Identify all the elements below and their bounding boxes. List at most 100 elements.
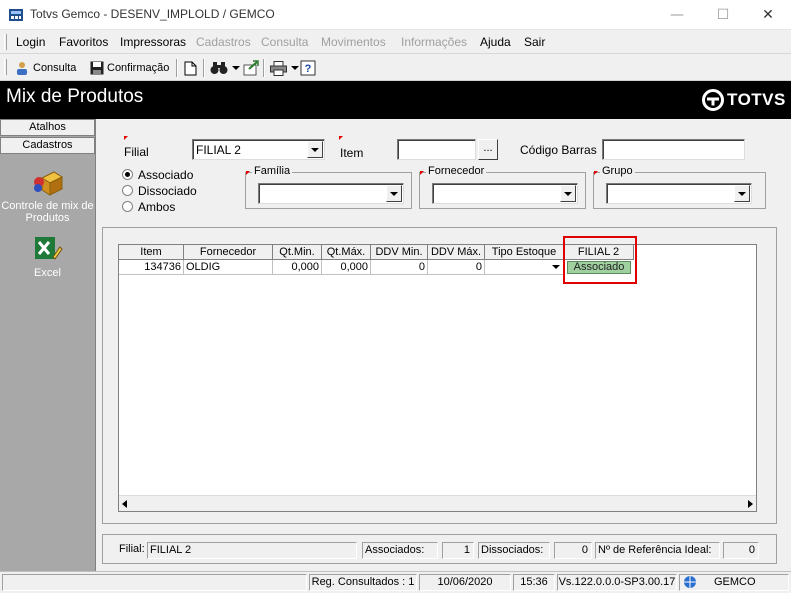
title-bar: Totvs Gemco - DESENV_IMPLOLD / GEMCO — ☐…	[0, 0, 791, 30]
export-icon	[243, 60, 259, 76]
sidebar-item-controle-label: Controle de mix de Produtos	[1, 200, 94, 224]
cell-tipo-estoque[interactable]	[485, 260, 564, 275]
tab-atalhos[interactable]: Atalhos	[0, 119, 95, 136]
cell-qt-max[interactable]: 0,000	[322, 260, 371, 275]
familia-select[interactable]	[258, 183, 404, 204]
sidebar-item-excel-label: Excel	[34, 267, 61, 279]
status-message	[2, 574, 307, 591]
scroll-right-icon[interactable]	[748, 500, 753, 508]
help-pointer-icon: ?	[300, 60, 316, 76]
required-marker	[339, 136, 343, 140]
products-grid[interactable]: Item Fornecedor Qt.Min. Qt.Máx. DDV Min.…	[118, 244, 757, 512]
radio-ambos[interactable]	[122, 201, 133, 212]
confirmacao-label: Confirmação	[107, 62, 170, 74]
status-bar: Reg. Consultados : 1 10/06/2020 15:36 Vs…	[0, 571, 791, 593]
toolbar-separator	[176, 59, 178, 77]
summary-associados-value: 1	[442, 542, 474, 559]
totvs-logo: TOTVS	[702, 89, 786, 111]
radio-ambos-label[interactable]: Ambos	[138, 200, 175, 214]
radio-associado[interactable]	[122, 169, 133, 180]
radio-dissociado-label[interactable]: Dissociado	[138, 184, 197, 198]
new-document-button[interactable]	[184, 59, 200, 77]
radio-associado-label[interactable]: Associado	[138, 168, 193, 182]
summary-associados-label: Associados:	[362, 542, 438, 559]
column-header-ddv-max[interactable]: DDV Máx.	[428, 245, 485, 260]
column-header-fornecedor[interactable]: Fornecedor	[184, 245, 273, 260]
status-version: Vs.122.0.0.0-SP3.00.17	[557, 574, 677, 591]
menu-favoritos[interactable]: Favoritos	[59, 35, 108, 49]
grupo-dropdown-button[interactable]	[734, 185, 750, 202]
summary-filial-value: FILIAL 2	[147, 542, 357, 559]
cell-ddv-min[interactable]: 0	[371, 260, 428, 275]
familia-dropdown-button[interactable]	[386, 185, 402, 202]
menu-consulta[interactable]: Consulta	[261, 35, 308, 49]
menu-impressoras[interactable]: Impressoras	[120, 35, 186, 49]
export-button[interactable]	[243, 59, 262, 77]
page-header: Mix de Produtos TOTVS	[0, 81, 791, 119]
tab-cadastros[interactable]: Cadastros	[0, 137, 95, 154]
chevron-down-icon	[738, 191, 746, 196]
cell-qt-min[interactable]: 0,000	[273, 260, 322, 275]
toolbar-separator	[263, 59, 265, 77]
summary-referencia-label: Nº de Referência Ideal:	[595, 542, 720, 559]
menu-cadastros[interactable]: Cadastros	[196, 35, 251, 49]
column-header-qt-min[interactable]: Qt.Min.	[273, 245, 322, 260]
svg-text:?: ?	[305, 63, 312, 75]
consulta-label: Consulta	[33, 62, 77, 74]
page-title: Mix de Produtos	[6, 86, 144, 107]
printer-icon	[270, 60, 287, 76]
confirmacao-button[interactable]: Confirmação	[90, 59, 169, 77]
menu-bar: Login Favoritos Impressoras Cadastros Co…	[0, 30, 791, 54]
codigo-barras-label: Código Barras	[520, 143, 597, 157]
app-icon	[9, 9, 23, 21]
menu-login[interactable]: Login	[16, 35, 45, 49]
fornecedor-dropdown-button[interactable]	[560, 185, 576, 202]
status-date: 10/06/2020	[419, 574, 511, 591]
grupo-select[interactable]	[606, 183, 752, 204]
filial-dropdown-button[interactable]	[307, 141, 323, 158]
cell-item[interactable]: 134736	[119, 260, 184, 275]
chevron-down-icon[interactable]	[552, 265, 560, 269]
binoculars-icon	[210, 62, 228, 74]
radio-dissociado[interactable]	[122, 185, 133, 196]
summary-dissociados-value: 0	[554, 542, 592, 559]
print-button[interactable]	[270, 59, 299, 77]
help-button[interactable]: ?	[300, 59, 319, 77]
menu-grip	[4, 34, 7, 50]
window-title: Totvs Gemco - DESENV_IMPLOLD / GEMCO	[30, 7, 275, 21]
connection-icon	[684, 576, 696, 588]
menu-informacoes[interactable]: Informações	[401, 35, 467, 49]
scroll-left-icon[interactable]	[122, 500, 127, 508]
filial-label: Filial	[124, 145, 149, 159]
menu-ajuda[interactable]: Ajuda	[480, 35, 511, 49]
column-header-item[interactable]: Item	[119, 245, 184, 260]
summary-filial-label: Filial:	[119, 543, 145, 555]
search-button[interactable]	[210, 59, 240, 77]
item-label: Item	[340, 146, 364, 160]
codigo-barras-input[interactable]	[602, 139, 745, 160]
status-company: GEMCO	[679, 574, 789, 591]
sidebar-item-excel[interactable]: Excel	[0, 235, 95, 279]
column-header-ddv-min[interactable]: DDV Min.	[371, 245, 428, 260]
summary-referencia-value: 0	[723, 542, 759, 559]
totvs-logo-text: TOTVS	[727, 90, 786, 109]
horizontal-scrollbar[interactable]	[119, 495, 756, 511]
menu-sair[interactable]: Sair	[524, 35, 545, 49]
consulta-button[interactable]: Consulta	[14, 59, 76, 77]
required-marker	[420, 171, 424, 175]
item-lookup-button[interactable]: ...	[478, 139, 498, 160]
required-marker	[246, 171, 250, 175]
cell-ddv-max[interactable]: 0	[428, 260, 485, 275]
close-button[interactable]: ✕	[745, 0, 791, 30]
column-header-tipo-estoque[interactable]: Tipo Estoque	[485, 245, 564, 260]
menu-movimentos[interactable]: Movimentos	[321, 35, 386, 49]
cell-fornecedor[interactable]: OLDIG	[184, 260, 273, 275]
document-icon	[184, 61, 197, 75]
item-input[interactable]	[397, 139, 476, 160]
column-header-qt-max[interactable]: Qt.Máx.	[322, 245, 371, 260]
fornecedor-select[interactable]	[432, 183, 578, 204]
filial-select[interactable]: FILIAL 2	[192, 139, 325, 160]
minimize-button[interactable]: —	[654, 0, 700, 30]
maximize-button[interactable]: ☐	[700, 0, 746, 30]
sidebar-item-controle-mix[interactable]: Controle de mix de Produtos	[0, 168, 95, 224]
